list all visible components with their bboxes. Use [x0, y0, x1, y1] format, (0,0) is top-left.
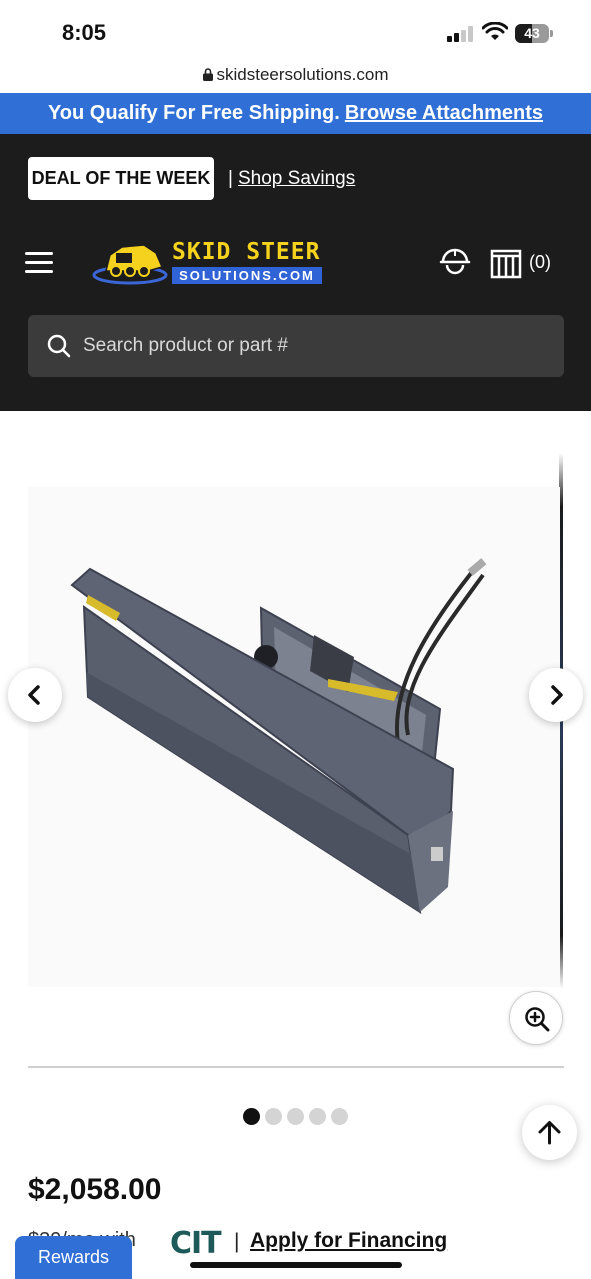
next-slide-button[interactable] [529, 668, 583, 722]
slide-dot[interactable] [265, 1108, 282, 1125]
site-logo[interactable]: SKID STEER SOLUTIONS.COM [92, 237, 324, 287]
search-input[interactable] [83, 315, 543, 377]
zoom-in-icon [525, 1007, 550, 1032]
financing-separator: | [234, 1230, 240, 1253]
battery-level: 43 [524, 25, 540, 41]
header-separator: | [228, 168, 233, 189]
slide-dot[interactable] [243, 1108, 260, 1125]
product-image[interactable] [28, 487, 560, 987]
slide-dot[interactable] [331, 1108, 348, 1125]
url-bar[interactable]: skidsteersolutions.com [0, 62, 591, 93]
lock-icon [202, 68, 213, 81]
logo-wordmark: SKID STEER [172, 239, 321, 265]
rewards-button[interactable]: Rewards [15, 1236, 132, 1279]
logo-subtitle: SOLUTIONS.COM [172, 267, 322, 284]
site-header: DEAL OF THE WEEK | Shop Savings SKID STE… [0, 134, 591, 411]
previous-slide-button[interactable] [8, 668, 62, 722]
battery-icon: 43 [515, 24, 553, 43]
product-price: $2,058.00 [28, 1173, 162, 1206]
arrow-up-icon [538, 1121, 561, 1145]
cart-icon[interactable] [490, 247, 522, 279]
search-bar[interactable] [28, 315, 564, 377]
browse-attachments-link[interactable]: Browse Attachments [345, 102, 543, 124]
account-icon[interactable] [439, 246, 471, 278]
cit-logo: CIT [170, 1226, 222, 1261]
cart-count[interactable]: (0) [529, 252, 551, 273]
wifi-icon [482, 22, 508, 40]
zoom-button[interactable] [509, 991, 563, 1045]
deal-of-the-week-button[interactable]: DEAL OF THE WEEK [28, 157, 214, 200]
search-icon[interactable] [47, 334, 71, 358]
shipping-text: You Qualify For Free Shipping. [47, 102, 340, 124]
slide-pagination [243, 1108, 353, 1126]
apply-for-financing-link[interactable]: Apply for Financing [250, 1229, 447, 1253]
home-indicator [190, 1262, 402, 1268]
status-bar: 8:05 43 [0, 0, 591, 62]
shop-savings-link[interactable]: Shop Savings [238, 168, 355, 190]
menu-icon[interactable] [25, 252, 53, 274]
back-to-top-button[interactable] [522, 1105, 577, 1160]
slide-dot[interactable] [287, 1108, 304, 1125]
url-text: skidsteersolutions.com [216, 65, 389, 84]
cellular-signal-icon [447, 26, 475, 42]
status-time: 8:05 [62, 20, 107, 45]
slide-dot[interactable] [309, 1108, 326, 1125]
product-gallery [0, 411, 591, 1071]
free-shipping-banner: You Qualify For Free Shipping. Browse Att… [0, 93, 591, 134]
chevron-right-icon [551, 685, 563, 705]
chevron-left-icon [28, 685, 40, 705]
skid-steer-logo-icon [92, 244, 168, 285]
gallery-divider [28, 1066, 564, 1068]
snow-plow-image [70, 558, 487, 915]
